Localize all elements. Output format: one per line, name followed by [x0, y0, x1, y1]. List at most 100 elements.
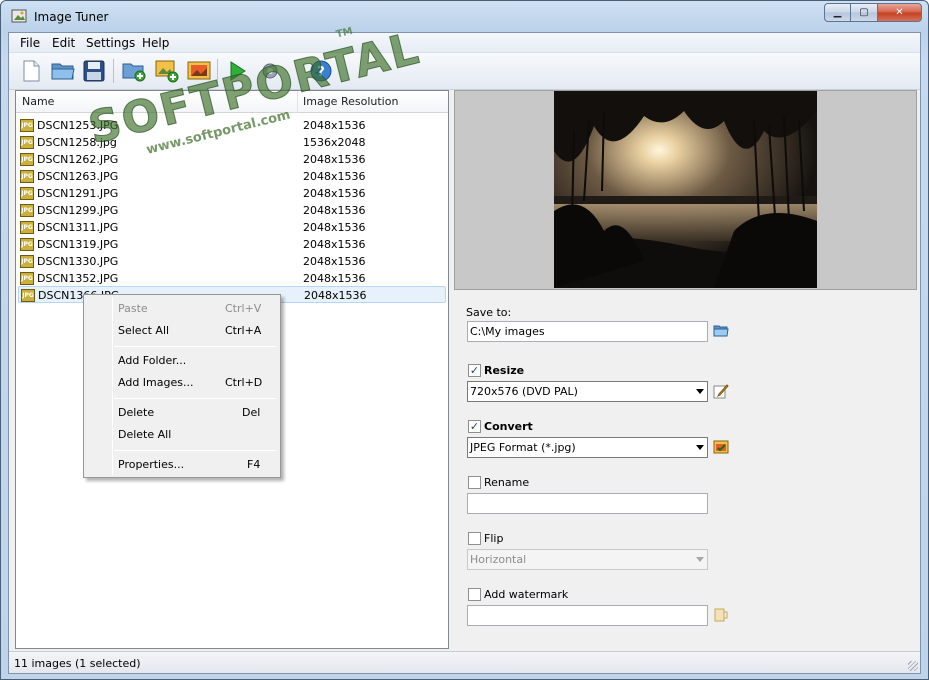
ctx-add-images[interactable]: Add Images... [118, 376, 193, 389]
resize-select[interactable]: 720x576 (DVD PAL) [467, 381, 708, 402]
jpg-file-icon: JPG [20, 119, 34, 132]
toolbar: ? [9, 53, 920, 90]
menu-edit[interactable]: Edit [52, 36, 75, 50]
close-button[interactable]: ✕ [878, 3, 922, 22]
jpg-file-icon: JPG [20, 238, 34, 251]
ctx-delete-shortcut: Del [242, 406, 261, 419]
convert-select[interactable]: JPEG Format (*.jpg) [467, 437, 708, 458]
file-resolution: 2048x1536 [303, 221, 366, 234]
add-folder-icon[interactable] [120, 57, 148, 85]
new-file-icon[interactable] [17, 57, 45, 85]
rename-field[interactable] [467, 493, 708, 514]
app-icon [11, 9, 27, 23]
file-resolution: 2048x1536 [303, 170, 366, 183]
preview-photo [554, 91, 817, 288]
table-row[interactable]: JPG DSCN1319.JPG 2048x1536 [16, 236, 448, 253]
file-name: DSCN1253.JPG [37, 119, 119, 132]
table-row[interactable]: JPG DSCN1291.JPG 2048x1536 [16, 185, 448, 202]
menu-help[interactable]: Help [142, 36, 169, 50]
add-images-icon[interactable] [153, 57, 181, 85]
flip-checkbox[interactable] [468, 532, 481, 545]
flip-select[interactable]: Horizontal [467, 549, 708, 570]
flip-label: Flip [484, 532, 504, 545]
help-icon[interactable]: ? [307, 57, 335, 85]
flip-select-value: Horizontal [470, 553, 527, 566]
convert-checkbox[interactable]: ✓ [468, 420, 481, 433]
table-row[interactable]: JPG DSCN1263.JPG 2048x1536 [16, 168, 448, 185]
run-icon[interactable] [223, 57, 251, 85]
menu-bar: File Edit Settings Help [9, 33, 920, 53]
table-row[interactable]: JPG DSCN1299.JPG 2048x1536 [16, 202, 448, 219]
rename-checkbox[interactable] [468, 476, 481, 489]
menu-settings[interactable]: Settings [86, 36, 135, 50]
chevron-down-icon [696, 389, 704, 394]
chevron-down-icon [696, 557, 704, 562]
settings-icon[interactable] [256, 57, 284, 85]
column-header-resolution[interactable]: Image Resolution [303, 95, 398, 108]
jpg-file-icon: JPG [20, 255, 34, 268]
ctx-paste-shortcut: Ctrl+V [225, 302, 262, 315]
file-name: DSCN1258.jpg [37, 136, 117, 149]
jpg-file-icon: JPG [20, 272, 34, 285]
save-icon[interactable] [80, 57, 108, 85]
svg-text:?: ? [317, 65, 325, 80]
file-resolution: 2048x1536 [303, 204, 366, 217]
jpg-file-icon: JPG [20, 187, 34, 200]
ctx-properties[interactable]: Properties... [118, 458, 184, 471]
file-resolution: 2048x1536 [304, 289, 367, 302]
table-row[interactable]: JPG DSCN1253.JPG 2048x1536 [16, 117, 448, 134]
minimize-button[interactable]: ▁ [824, 3, 851, 22]
file-resolution: 2048x1536 [303, 255, 366, 268]
title-bar[interactable]: Image Tuner ▁ ▢ ✕ [1, 1, 928, 32]
watermark-field[interactable] [467, 605, 708, 626]
ctx-paste[interactable]: Paste [118, 302, 148, 315]
ctx-select-all-shortcut: Ctrl+A [225, 324, 262, 337]
file-resolution: 2048x1536 [303, 272, 366, 285]
resize-grip[interactable] [908, 661, 918, 671]
list-header: Name Image Resolution [16, 91, 448, 113]
ctx-delete-all[interactable]: Delete All [118, 428, 171, 441]
image-preview [454, 90, 917, 290]
jpg-file-icon: JPG [20, 170, 34, 183]
browse-folder-icon[interactable] [713, 323, 729, 339]
resize-checkbox[interactable]: ✓ [468, 364, 481, 377]
ctx-select-all[interactable]: Select All [118, 324, 169, 337]
convert-label: Convert [484, 420, 533, 433]
resize-select-value: 720x576 (DVD PAL) [470, 385, 578, 398]
file-name: DSCN1330.JPG [37, 255, 119, 268]
jpg-file-icon: JPG [20, 153, 34, 166]
watermark-options-icon[interactable] [713, 607, 729, 623]
file-resolution: 2048x1536 [303, 238, 366, 251]
table-row[interactable]: JPG DSCN1262.JPG 2048x1536 [16, 151, 448, 168]
table-row[interactable]: JPG DSCN1258.jpg 1536x2048 [16, 134, 448, 151]
open-folder-icon[interactable] [49, 57, 77, 85]
format-options-icon[interactable] [713, 439, 729, 455]
ctx-delete[interactable]: Delete [118, 406, 154, 419]
file-resolution: 2048x1536 [303, 187, 366, 200]
ctx-properties-shortcut: F4 [247, 458, 261, 471]
file-name: DSCN1262.JPG [37, 153, 119, 166]
resize-label: Resize [484, 364, 525, 377]
save-to-field[interactable]: C:\My images [467, 321, 708, 342]
column-header-name[interactable]: Name [22, 95, 54, 108]
menu-file[interactable]: File [20, 36, 40, 50]
maximize-button[interactable]: ▢ [851, 3, 878, 22]
file-name: DSCN1311.JPG [37, 221, 119, 234]
table-row[interactable]: JPG DSCN1330.JPG 2048x1536 [16, 253, 448, 270]
edit-size-icon[interactable] [713, 383, 729, 399]
chevron-down-icon [696, 445, 704, 450]
ctx-add-images-shortcut: Ctrl+D [225, 376, 263, 389]
table-row[interactable]: JPG DSCN1352.JPG 2048x1536 [16, 270, 448, 287]
jpg-file-icon: JPG [20, 204, 34, 217]
file-name: DSCN1263.JPG [37, 170, 119, 183]
image-icon[interactable] [185, 57, 213, 85]
file-name: DSCN1299.JPG [37, 204, 119, 217]
file-name: DSCN1319.JPG [37, 238, 119, 251]
watermark-checkbox[interactable] [468, 588, 481, 601]
ctx-add-folder[interactable]: Add Folder... [118, 354, 186, 367]
watermark-label: Add watermark [484, 588, 569, 601]
rename-label: Rename [484, 476, 530, 489]
jpg-file-icon: JPG [20, 136, 34, 149]
file-name: DSCN1352.JPG [37, 272, 119, 285]
table-row[interactable]: JPG DSCN1311.JPG 2048x1536 [16, 219, 448, 236]
